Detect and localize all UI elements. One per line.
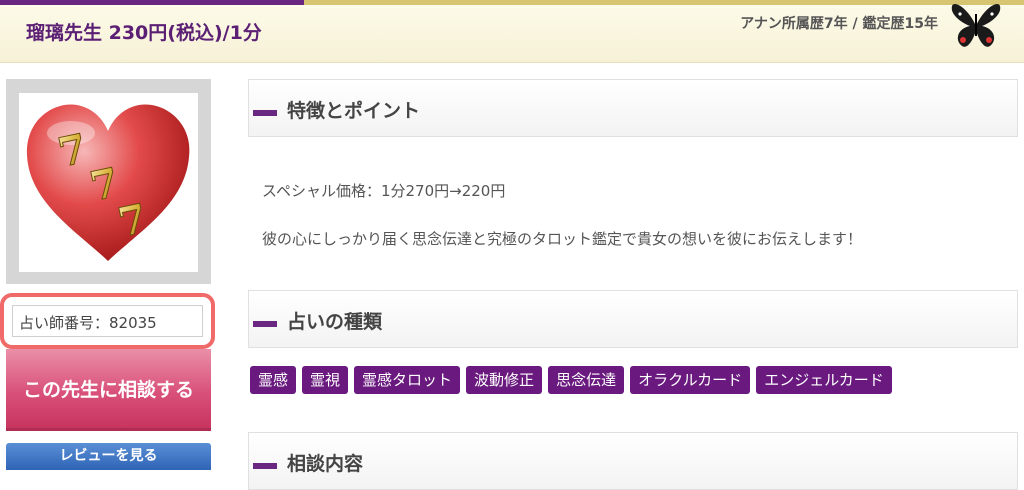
tag-shinen-dentatsu[interactable]: 思念伝達 — [548, 366, 625, 394]
section-consultation-header: 相談内容 — [248, 432, 1018, 490]
section-features-title: 特徴とポイント — [287, 100, 421, 122]
heart-777-image: 7 7 7 — [26, 104, 190, 262]
header-gold-bar — [304, 0, 1024, 5]
tag-reikan[interactable]: 霊感 — [250, 366, 297, 394]
fortune-teller-id-highlight: 占い師番号：82035 — [0, 293, 215, 349]
fortune-teller-id: 占い師番号：82035 — [12, 305, 203, 337]
section-marker — [253, 463, 277, 469]
section-types-header: 占いの種類 — [248, 290, 1018, 348]
consult-button[interactable]: この先生に相談する — [6, 349, 211, 431]
tag-hado-shusei[interactable]: 波動修正 — [466, 366, 543, 394]
page-header: 瑠璃先生 230円(税込)/1分 アナン所属歴7年 / 鑑定歴15年 — [0, 0, 1024, 63]
teacher-experience: アナン所属歴7年 / 鑑定歴15年 — [740, 16, 938, 32]
section-marker — [253, 321, 277, 327]
tag-oracle-card[interactable]: オラクルカード — [630, 366, 751, 394]
section-features-header: 特徴とポイント — [248, 79, 1018, 137]
fortune-type-tags: 霊感 霊視 霊感タロット 波動修正 思念伝達 オラクルカード エンジェルカード — [250, 366, 892, 394]
section-consultation-title: 相談内容 — [287, 453, 364, 475]
profile-photo: 7 7 7 — [19, 93, 198, 272]
special-price-text: スペシャル価格：1分270円→220円 — [262, 182, 506, 200]
review-button[interactable]: レビューを見る — [6, 443, 211, 470]
tag-angel-card[interactable]: エンジェルカード — [756, 366, 892, 394]
section-marker — [253, 110, 277, 116]
tag-reikan-tarot[interactable]: 霊感タロット — [354, 366, 461, 394]
section-types-title: 占いの種類 — [287, 311, 383, 333]
tag-reishi[interactable]: 霊視 — [302, 366, 349, 394]
profile-photo-frame: 7 7 7 — [6, 79, 211, 284]
teacher-title: 瑠璃先生 230円(税込)/1分 — [26, 22, 262, 44]
butterfly-icon — [951, 4, 1001, 47]
feature-description: 彼の心にしっかり届く思念伝達と究極のタロット鑑定で貴女の想いを彼にお伝えします！ — [262, 230, 863, 248]
header-accent-bar — [0, 0, 304, 5]
